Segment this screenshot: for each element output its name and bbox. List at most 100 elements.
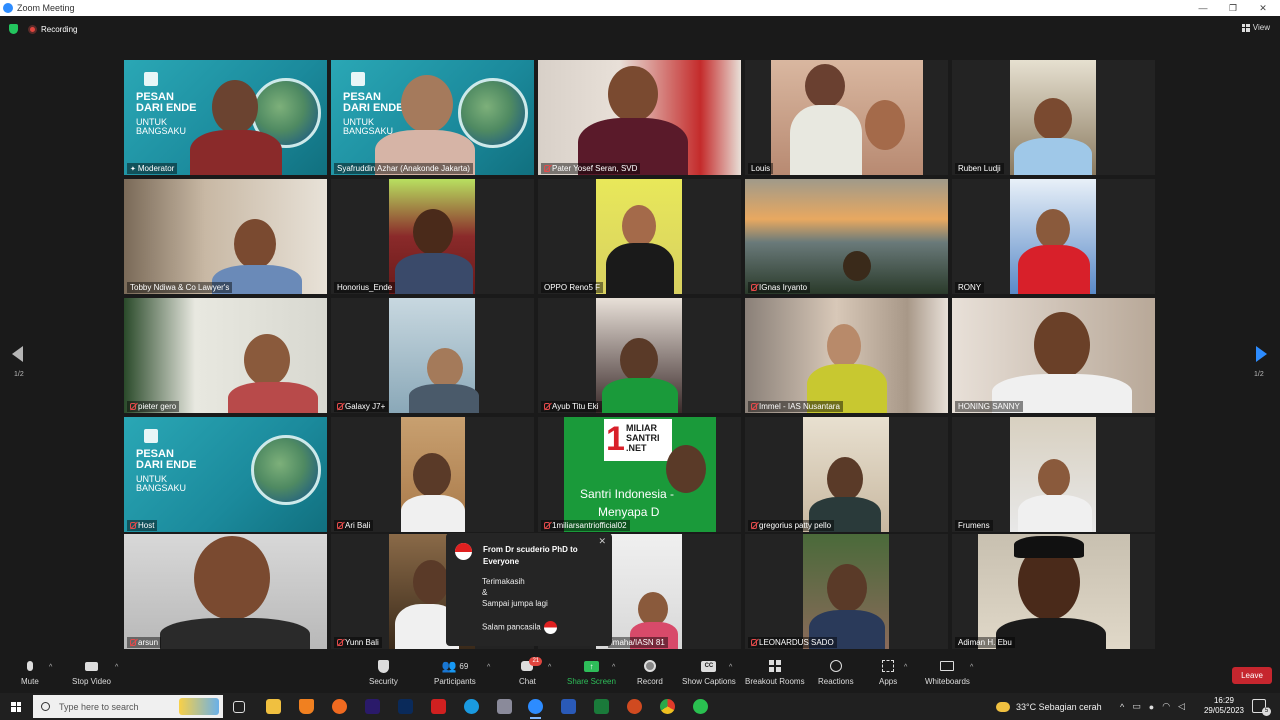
video-tile[interactable]: pieter gero xyxy=(124,298,327,413)
chevron-up-icon[interactable]: ^ xyxy=(612,664,615,671)
camera-icon[interactable] xyxy=(497,699,512,714)
taskbar-search[interactable]: Type here to search xyxy=(33,695,223,718)
participant-name: Louis xyxy=(748,163,774,174)
firefox-icon[interactable] xyxy=(332,699,347,714)
participant-name: imaha/IASN 81 xyxy=(608,637,668,648)
chevron-up-icon[interactable]: ^ xyxy=(729,664,732,671)
weather-icon xyxy=(996,701,1010,712)
zoom-taskbar-icon[interactable] xyxy=(528,699,543,719)
mute-button[interactable]: Mute xyxy=(21,659,39,686)
weather-widget[interactable]: 33°C Sebagian cerah xyxy=(996,693,1102,720)
video-tile[interactable]: Honorius_Ende xyxy=(331,179,534,294)
participant-name: 1miliarsantriofficial02 xyxy=(541,520,630,531)
video-tile[interactable]: PESAN DARI ENDE UNTUK BANGSAKU Syafruddin … xyxy=(331,60,534,175)
video-tile[interactable]: 1 MILIAR SANTRI .NET Santri Indonesia - Me… xyxy=(538,417,741,532)
video-tile[interactable]: OPPO Reno5 F xyxy=(538,179,741,294)
video-tile[interactable]: LEONARDUS SADO xyxy=(745,534,948,649)
excel-icon[interactable] xyxy=(594,699,609,714)
participants-button[interactable]: 👥 69 Participants xyxy=(434,659,476,686)
chevron-up-icon[interactable]: ^ xyxy=(115,664,118,671)
battery-icon[interactable]: ▭ xyxy=(1132,701,1141,712)
chevron-up-icon[interactable]: ^ xyxy=(49,664,52,671)
close-window-button[interactable]: ✕ xyxy=(1248,0,1278,16)
premiere-icon[interactable] xyxy=(365,699,380,714)
participant-name: Ari Bali xyxy=(334,520,374,531)
video-tile[interactable]: Immel - IAS Nusantara xyxy=(745,298,948,413)
video-tile[interactable]: Louis xyxy=(745,60,948,175)
chat-button[interactable]: 21 Chat xyxy=(519,657,543,686)
video-tile[interactable]: Ruben Ludji xyxy=(952,60,1155,175)
restore-button[interactable]: ❐ xyxy=(1218,0,1248,16)
close-icon[interactable]: ✕ xyxy=(598,536,606,547)
video-tile[interactable]: Ari Bali xyxy=(331,417,534,532)
windows-start-icon[interactable] xyxy=(11,701,21,712)
minimize-button[interactable]: — xyxy=(1188,0,1218,16)
page-indicator-left: 1/2 xyxy=(14,371,24,378)
notification-badge: 5 xyxy=(1262,707,1271,716)
taskbar-clock[interactable]: 16:29 29/05/2023 xyxy=(1200,696,1248,716)
video-tile[interactable]: Frumens xyxy=(952,417,1155,532)
participant-name: Galaxy J7+ xyxy=(334,401,389,412)
video-camera-icon xyxy=(84,659,100,673)
search-placeholder: Type here to search xyxy=(59,701,139,712)
shield-icon[interactable] xyxy=(9,24,18,34)
chevron-up-icon[interactable]: ^ xyxy=(487,664,490,671)
video-tile[interactable]: HONING SANNY xyxy=(952,298,1155,413)
page-indicator-right: 1/2 xyxy=(1254,371,1264,378)
globe-graphic xyxy=(458,78,528,148)
video-tile[interactable]: RONY xyxy=(952,179,1155,294)
show-captions-button[interactable]: CC Show Captions xyxy=(682,659,736,686)
share-screen-icon: ↑ xyxy=(583,659,599,673)
chrome-icon[interactable] xyxy=(660,699,675,714)
video-tile[interactable]: arsun xyxy=(124,534,327,649)
security-button[interactable]: Security xyxy=(369,659,398,686)
file-explorer-icon[interactable] xyxy=(266,699,281,714)
video-tile[interactable]: PESAN DARI ENDE UNTUK BANGSAKU ✦ Moderator xyxy=(124,60,327,175)
share-screen-button[interactable]: ↑ Share Screen xyxy=(567,659,616,686)
photoshop-icon[interactable] xyxy=(398,699,413,714)
video-gallery: PESAN DARI ENDE UNTUK BANGSAKU ✦ Moderator … xyxy=(124,60,1156,649)
chevron-up-icon[interactable]: ^ xyxy=(548,664,551,671)
next-page-arrow[interactable] xyxy=(1256,346,1267,362)
video-tile[interactable]: Pater Yosef Seran, SVD xyxy=(538,60,741,175)
whatsapp-icon[interactable] xyxy=(693,699,708,714)
view-button[interactable]: View xyxy=(1241,23,1270,32)
powerpoint-icon[interactable] xyxy=(627,699,642,714)
video-tile[interactable]: Ayub Titu Eki xyxy=(538,298,741,413)
leave-button[interactable]: Leave xyxy=(1232,667,1272,684)
acrobat-icon[interactable] xyxy=(431,699,446,714)
record-icon xyxy=(642,659,658,673)
video-tile[interactable]: Adiman H. Ebu xyxy=(952,534,1155,649)
chat-notification-popup[interactable]: From Dr scuderio PhD to Everyone ✕ Terim… xyxy=(446,533,612,646)
chevron-up-icon[interactable]: ^ xyxy=(1120,702,1124,712)
video-tile[interactable]: IGnas Iryanto xyxy=(745,179,948,294)
event-logo-icon xyxy=(144,72,158,86)
video-tile[interactable]: gregorius patty pello xyxy=(745,417,948,532)
recording-label: Recording xyxy=(41,24,78,34)
task-view-icon[interactable] xyxy=(233,701,245,713)
breakout-rooms-button[interactable]: Breakout Rooms xyxy=(745,659,805,686)
grid-view-icon xyxy=(1241,23,1250,32)
vlc-icon[interactable] xyxy=(299,699,314,714)
video-tile[interactable]: Galaxy J7+ xyxy=(331,298,534,413)
reactions-button[interactable]: Reactions xyxy=(818,659,854,686)
word-icon[interactable] xyxy=(561,699,576,714)
volume-icon[interactable]: ◁ xyxy=(1178,701,1185,712)
network-icon[interactable]: ◠ xyxy=(1162,701,1170,712)
breakout-rooms-icon xyxy=(767,659,783,673)
chevron-up-icon[interactable]: ^ xyxy=(904,664,907,671)
whiteboards-button[interactable]: Whiteboards xyxy=(925,659,970,686)
apps-button[interactable]: Apps xyxy=(879,659,897,686)
mic-muted-icon xyxy=(130,403,136,410)
previous-page-arrow[interactable] xyxy=(12,346,23,362)
zoom-logo-icon xyxy=(3,3,13,13)
chevron-up-icon[interactable]: ^ xyxy=(970,664,973,671)
mic-muted-icon xyxy=(337,522,343,529)
video-tile[interactable]: PESAN DARI ENDE UNTUK BANGSAKU Host xyxy=(124,417,327,532)
microphone-icon[interactable]: ● xyxy=(1149,702,1154,712)
stop-video-button[interactable]: Stop Video xyxy=(72,659,111,686)
mic-muted-icon xyxy=(544,403,550,410)
video-tile[interactable]: Tobby Ndiwa & Co Lawyer's xyxy=(124,179,327,294)
record-button[interactable]: Record xyxy=(637,659,663,686)
edge-icon[interactable] xyxy=(464,699,479,714)
